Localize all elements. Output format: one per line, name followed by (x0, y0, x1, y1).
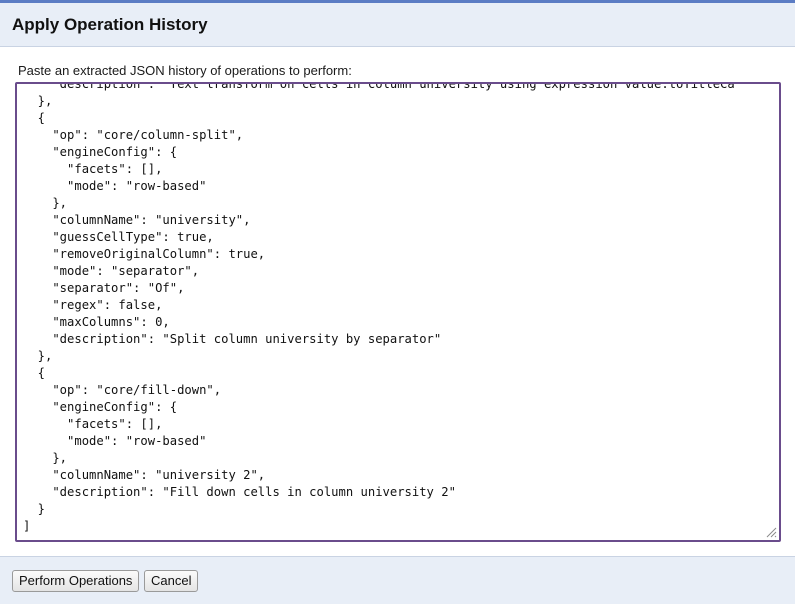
instructions-label: Paste an extracted JSON history of opera… (18, 63, 352, 78)
json-history-textarea[interactable]: "description": "Text transform on cells … (15, 82, 781, 542)
dialog-body: Paste an extracted JSON history of opera… (0, 51, 795, 556)
cancel-button[interactable]: Cancel (144, 570, 199, 592)
json-history-text[interactable]: "description": "Text transform on cells … (17, 84, 779, 535)
perform-operations-button[interactable]: Perform Operations (12, 570, 140, 592)
resize-grip-icon[interactable] (765, 526, 777, 538)
dialog-title: Apply Operation History (12, 15, 208, 34)
dialog-header: Apply Operation History (0, 3, 795, 47)
dialog-footer: Perform Operations Cancel (0, 556, 795, 604)
apply-operation-history-dialog: Apply Operation History Paste an extract… (0, 0, 795, 604)
